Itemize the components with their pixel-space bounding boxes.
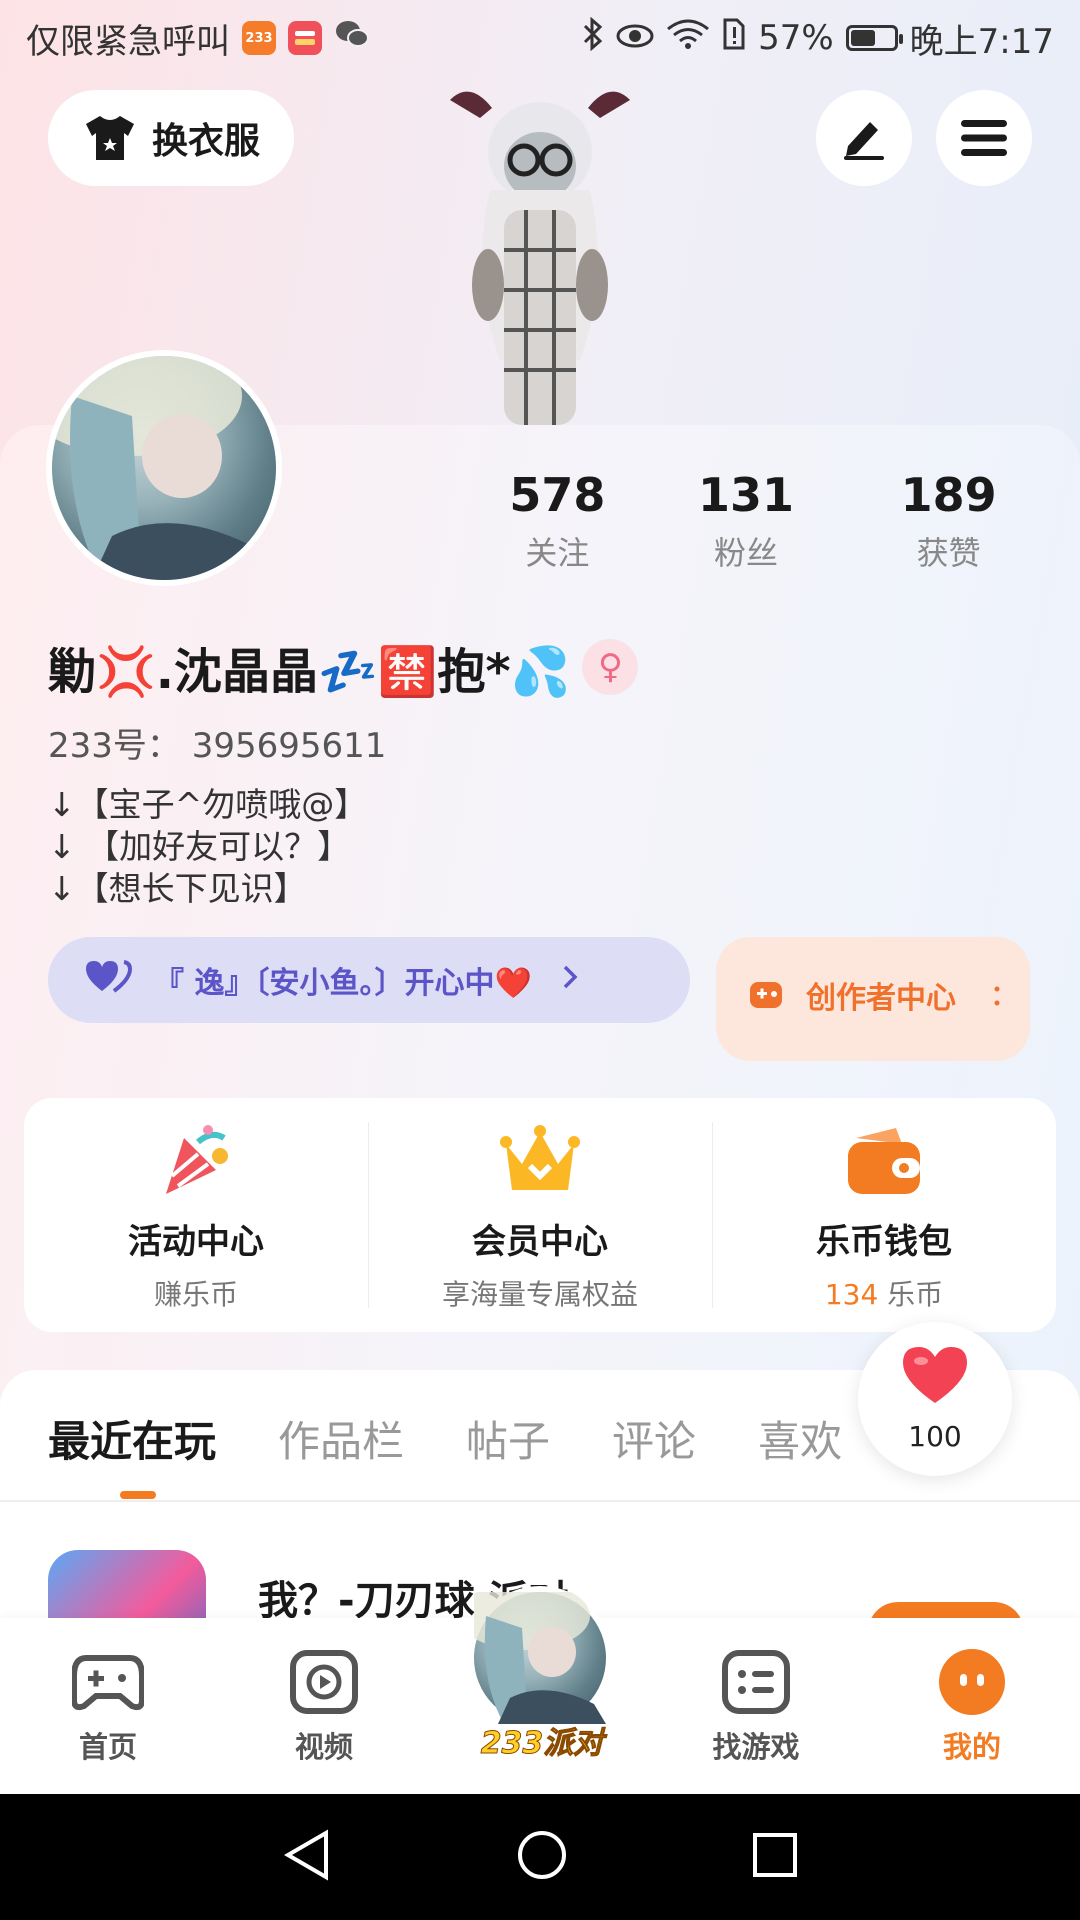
likes-received-stat[interactable]: 189 获赞 [847,468,1050,574]
activity-center-title: 活动中心 [128,1222,264,1262]
nav-video[interactable]: 视频 [224,1648,424,1766]
creator-center-label: 创作者中心 [806,981,956,1016]
wallet-icon [842,1124,926,1200]
bio: ↓【宝子^勿喷哦@】 ↓ 【加好友可以？】 ↓【想长下见识】 [48,784,367,910]
status-text: 『 逸』〔安小鱼。〕开心中❤️ [154,966,532,1001]
clock: 晚上7:17 [909,21,1054,62]
coin-wallet-button[interactable]: 乐币钱包 134 乐币 [712,1098,1056,1332]
avatar-3d-figure[interactable] [430,80,650,425]
status-pill[interactable]: 『 逸』〔安小鱼。〕开心中❤️ [48,937,690,1023]
nav-me[interactable]: 我的 [872,1648,1072,1766]
blue-heart-icon [84,959,133,1001]
nav-home[interactable]: 首页 [8,1648,208,1766]
profile-stats: 578 关注 131 粉丝 189 获赞 [470,468,1050,574]
more-dots-icon [994,980,1000,1018]
pencil-icon [844,122,884,160]
followers-stat[interactable]: 131 粉丝 [645,468,848,574]
activity-center-button[interactable]: 活动中心 赚乐币 [24,1098,368,1332]
chevron-right-icon [562,963,578,998]
back-triangle-icon[interactable] [282,1829,332,1885]
change-outfit-button[interactable]: 换衣服 [48,90,294,186]
party-label: 233派对 [480,1726,604,1762]
crown-icon [498,1124,582,1200]
followers-count: 131 [698,468,795,522]
likes-count: 100 [908,1420,962,1453]
me-face-icon [936,1648,1008,1716]
following-stat[interactable]: 578 关注 [470,468,645,574]
gamepad-home-icon [71,1648,145,1716]
party-avatar-button[interactable] [458,1582,612,1730]
profile-avatar[interactable] [46,350,282,586]
video-play-icon [288,1648,360,1716]
battery-icon [845,25,903,51]
notification-badge-text: 233 [245,30,273,46]
floating-likes-button[interactable]: 100 [858,1322,1012,1476]
nav-video-label: 视频 [294,1730,353,1764]
status-right: 57% 晚上7:17 [582,14,1054,63]
user-id[interactable]: 233号： 395695611 [48,718,386,767]
coin-wallet-subtitle: 134 乐币 [712,1273,1056,1313]
wechat-icon [334,18,370,58]
following-label: 关注 [525,534,590,572]
quick-menu: 活动中心 赚乐币 会员中心 享海量专属权益 乐币钱包 134 乐币 [24,1098,1056,1332]
nav-me-label: 我的 [942,1730,1001,1764]
nav-home-label: 首页 [78,1730,137,1764]
nickname-row: 勦💢.沈晶晶💤🈲抱*💦 ♀ [48,632,639,702]
tabs: 最近在玩 作品栏 帖子 评论 喜欢 [48,1408,842,1499]
home-circle-icon[interactable] [516,1829,568,1885]
huawei-app-notification-icon [288,21,322,55]
status-bar: 仅限紧急呼叫 233 57% 晚上7:17 [0,0,1080,76]
hamburger-menu-icon [961,120,1007,156]
vip-center-title: 会员中心 [472,1222,608,1262]
battery-fill [850,30,875,46]
bio-line: ↓【想长下见识】 [48,869,307,908]
game-list-icon [720,1648,792,1716]
app-233-notification-icon: 233 [242,21,276,55]
tabs-divider [0,1500,1080,1502]
tab-recently-played[interactable]: 最近在玩 [48,1408,216,1499]
creator-center-button[interactable]: 创作者中心 [716,937,1030,1061]
tab-likes[interactable]: 喜欢 [758,1408,842,1469]
likes-received-label: 获赞 [916,534,981,572]
female-gender-icon: ♀ [582,639,639,695]
gamepad-icon [746,974,786,1024]
heart-icon [901,1345,969,1416]
system-nav-bar [0,1794,1080,1920]
followers-label: 粉丝 [714,534,779,572]
tshirt-icon [82,114,138,162]
tab-posts[interactable]: 帖子 [466,1408,550,1469]
status-left: 仅限紧急呼叫 233 [26,14,370,63]
eye-comfort-icon [616,18,654,58]
vip-center-button[interactable]: 会员中心 享海量专属权益 [368,1098,712,1332]
tab-works[interactable]: 作品栏 [278,1408,404,1469]
battery-percent: 57% [758,18,834,58]
bio-line: ↓ 【加好友可以？】 [48,827,351,866]
recents-square-icon[interactable] [752,1832,798,1882]
following-count: 578 [509,468,606,522]
bio-line: ↓【宝子^勿喷哦@】 [48,785,368,824]
bluetooth-icon [582,16,604,59]
change-outfit-label: 换衣服 [151,121,260,162]
coin-unit: 乐币 [878,1278,944,1311]
edit-profile-button[interactable] [816,90,912,186]
likes-received-count: 189 [900,468,997,522]
wifi-icon [666,18,710,58]
tab-comments[interactable]: 评论 [612,1408,696,1469]
vip-center-subtitle: 享海量专属权益 [441,1278,638,1311]
sim-alert-icon [722,18,746,59]
coin-wallet-title: 乐币钱包 [816,1222,952,1262]
coin-balance: 134 [824,1278,879,1311]
nav-find-games[interactable]: 找游戏 [656,1648,856,1766]
nav-find-games-label: 找游戏 [712,1730,800,1764]
nickname: 勦💢.沈晶晶💤🈲抱*💦 [48,644,571,700]
party-popper-icon [154,1124,238,1200]
carrier-text: 仅限紧急呼叫 [26,21,230,62]
activity-center-subtitle: 赚乐币 [153,1278,238,1311]
menu-button[interactable] [936,90,1032,186]
